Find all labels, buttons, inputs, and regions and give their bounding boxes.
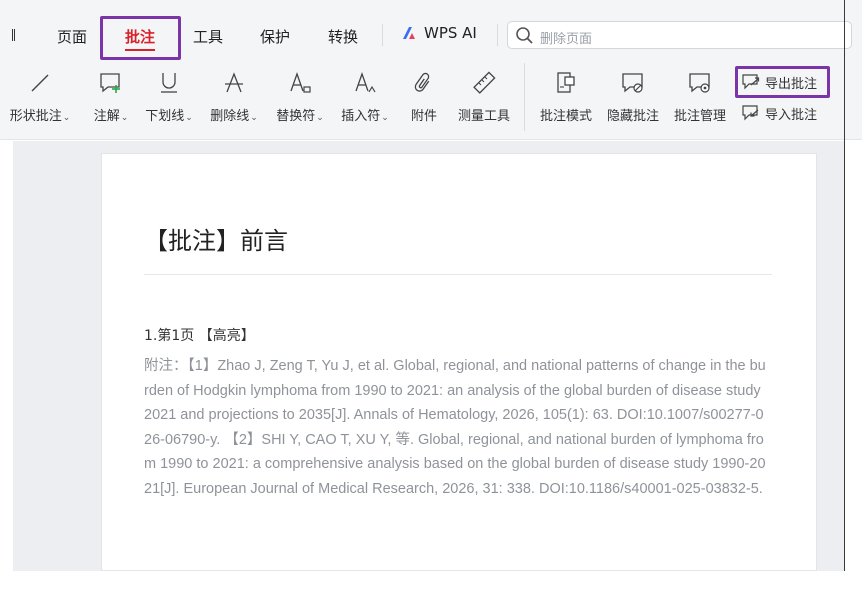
tab-partial-icon xyxy=(12,29,15,41)
strikethrough-icon xyxy=(225,72,243,93)
right-margin xyxy=(845,141,862,590)
import-comments-label: 导入批注 xyxy=(765,107,818,123)
hide-comments-button[interactable]: 隐藏批注 xyxy=(603,69,663,131)
chevron-down-icon: ⌄ xyxy=(185,113,193,123)
comment-mode-button[interactable]: 批注模式 xyxy=(536,69,596,131)
attachment-button[interactable]: 附件 xyxy=(402,69,446,131)
tab-convert[interactable]: 转换 xyxy=(328,26,358,47)
chevron-down-icon: ⌄ xyxy=(120,113,129,123)
wps-ai-button[interactable]: WPS AI xyxy=(401,24,477,42)
note-button[interactable]: 注解⌄ xyxy=(89,69,133,131)
shape-comment-button[interactable]: 形状批注⌄ xyxy=(6,69,74,131)
ruler-icon xyxy=(473,71,496,94)
strikethrough-button[interactable]: 删除线⌄ xyxy=(205,69,263,131)
comment-manage-label: 批注管理 xyxy=(673,109,727,124)
underline-icon xyxy=(161,73,177,93)
replace-icon xyxy=(290,72,311,93)
tab-protect[interactable]: 保护 xyxy=(260,26,290,47)
attachment-note-text: 附注：【1】Zhao J, Zeng T, Yu J, et al. Globa… xyxy=(144,358,766,497)
title-divider xyxy=(144,274,772,275)
underline-button[interactable]: 下划线⌄ xyxy=(141,69,197,131)
search-input[interactable]: 删除页面 xyxy=(507,21,852,49)
strikethrough-label: 删除线 xyxy=(210,109,250,124)
tab-tools[interactable]: 工具 xyxy=(193,26,223,47)
import-comment-icon xyxy=(742,105,759,121)
measure-tool-button[interactable]: 测量工具 xyxy=(454,69,514,131)
tab-bar: 页面 批注 工具 保护 转换 WPS AI 删除页面 xyxy=(0,0,862,63)
paperclip-icon xyxy=(414,72,430,92)
hide-comments-label: 隐藏批注 xyxy=(606,109,660,124)
replace-label: 替换符 xyxy=(276,109,316,124)
wps-ai-icon xyxy=(403,27,415,39)
replace-button[interactable]: 替换符⌄ xyxy=(271,69,329,131)
hide-comment-icon xyxy=(622,73,643,93)
tab-page[interactable]: 页面 xyxy=(57,26,87,47)
tab-divider-2 xyxy=(497,24,498,46)
comment-mode-label: 批注模式 xyxy=(539,109,593,124)
comment-mode-icon xyxy=(557,72,575,93)
chevron-down-icon: ⌄ xyxy=(381,113,389,123)
highlight-box-comment-tab xyxy=(100,16,181,60)
note-label: 注解 xyxy=(93,109,120,124)
import-comments-button[interactable]: 导入批注 xyxy=(741,101,817,125)
shape-comment-label: 形状批注 xyxy=(9,109,62,124)
tab-divider xyxy=(382,24,383,46)
page-title: 【批注】前言 xyxy=(144,227,288,255)
wps-ai-label: WPS AI xyxy=(424,24,477,42)
note-add-icon xyxy=(100,73,120,93)
underline-label: 下划线 xyxy=(145,109,185,124)
attachment-label: 附件 xyxy=(410,109,438,124)
comment-manage-button[interactable]: 批注管理 xyxy=(670,69,730,131)
search-icon xyxy=(516,27,533,44)
insert-mark-button[interactable]: 插入符⌄ xyxy=(336,69,394,131)
insert-mark-label: 插入符 xyxy=(341,109,381,124)
ribbon-divider xyxy=(524,63,525,131)
chevron-down-icon: ⌄ xyxy=(250,113,258,123)
comment-item-heading: 1.第1页 【高亮】 xyxy=(144,328,255,344)
chevron-down-icon: ⌄ xyxy=(62,113,71,123)
line-icon xyxy=(31,74,49,92)
highlight-box-export xyxy=(735,66,830,98)
insert-icon xyxy=(355,72,376,93)
comment-manage-icon xyxy=(689,73,710,93)
window-edge xyxy=(844,0,845,571)
left-margin xyxy=(0,141,13,590)
measure-tool-label: 测量工具 xyxy=(457,109,511,124)
document-page[interactable]: 【批注】前言 1.第1页 【高亮】 附注：【1】Zhao J, Zeng T, … xyxy=(101,153,817,571)
ribbon-toolbar: 形状批注⌄ 注解⌄ 下划线⌄ 删除线⌄ 替换符⌄ 插入符⌄ 附件 测量工具 批注… xyxy=(0,63,862,140)
chevron-down-icon: ⌄ xyxy=(316,113,324,123)
bottom-margin xyxy=(0,571,862,590)
search-placeholder: 删除页面 xyxy=(540,32,593,47)
